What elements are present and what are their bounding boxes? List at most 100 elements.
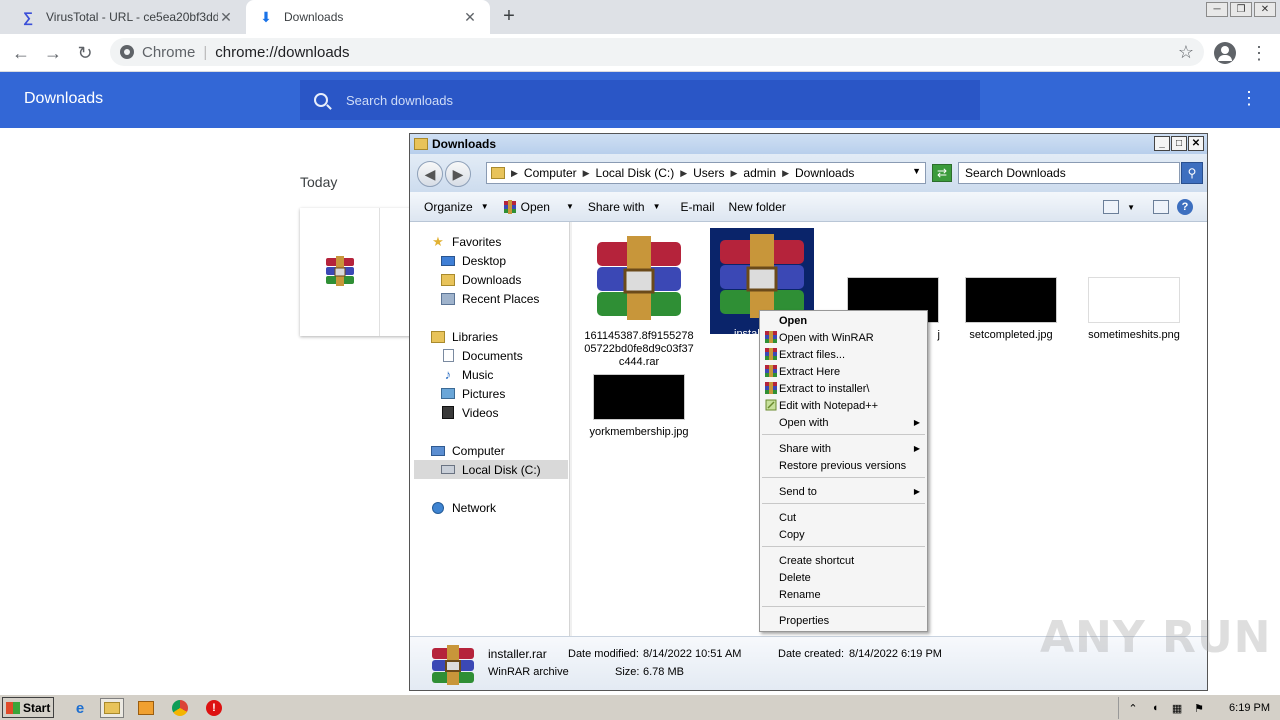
close-window-button[interactable]: ✕ xyxy=(1254,2,1276,17)
nav-pictures[interactable]: Pictures xyxy=(440,384,505,403)
new-tab-button[interactable]: + xyxy=(498,6,520,28)
navigation-pane: ★ Favorites Desktop Downloads Recent Pla… xyxy=(410,222,570,636)
nav-desktop[interactable]: Desktop xyxy=(440,251,506,270)
nav-local-disk[interactable]: Local Disk (C:) xyxy=(414,460,568,479)
breadcrumb[interactable]: ▶ Computer ▶ Local Disk (C:) ▶ Users ▶ a… xyxy=(486,162,926,184)
more-actions-icon[interactable]: ⋮ xyxy=(1240,88,1258,109)
internet-explorer-icon[interactable]: e xyxy=(68,698,92,718)
clock[interactable]: 6:19 PM xyxy=(1229,702,1270,714)
tab-downloads[interactable]: ⬇ Downloads ✕ xyxy=(246,0,490,34)
back-button[interactable]: ◀ xyxy=(417,161,443,187)
menu-item-cut[interactable]: Cut xyxy=(761,509,926,526)
reload-button[interactable]: ↻ xyxy=(74,42,96,64)
nav-documents[interactable]: Documents xyxy=(440,346,523,365)
start-button[interactable]: Start xyxy=(2,697,54,718)
chevron-down-icon[interactable]: ▼ xyxy=(1127,203,1135,212)
menu-item-properties[interactable]: Properties xyxy=(761,612,926,629)
breadcrumb-item[interactable]: admin xyxy=(743,166,776,180)
minimize-button[interactable]: ─ xyxy=(1206,2,1228,17)
menu-item-copy[interactable]: Copy xyxy=(761,526,926,543)
breadcrumb-item[interactable]: Users xyxy=(693,166,724,180)
menu-item-edit-notepad[interactable]: Edit with Notepad++ xyxy=(761,397,926,414)
breadcrumb-item[interactable]: Local Disk (C:) xyxy=(596,166,675,180)
menu-item-create-shortcut[interactable]: Create shortcut xyxy=(761,552,926,569)
address-bar[interactable]: Chrome | chrome://downloads ☆ xyxy=(110,38,1204,66)
network-tray-icon[interactable]: ▦ xyxy=(1171,702,1183,715)
close-window-button[interactable]: ✕ xyxy=(1188,136,1204,151)
file-item[interactable]: setcompleted.jpg xyxy=(956,277,1066,342)
menu-label: Send to xyxy=(779,485,817,498)
chrome-menu-icon[interactable]: ⋮ xyxy=(1250,42,1268,64)
nav-label: Videos xyxy=(462,405,499,420)
close-icon[interactable]: ✕ xyxy=(462,9,478,26)
file-item[interactable]: sometimeshits.png xyxy=(1079,277,1189,342)
refresh-icon[interactable]: ⇄ xyxy=(932,164,952,182)
stop-icon[interactable]: ! xyxy=(202,698,226,718)
open-button[interactable]: Open ▼ xyxy=(503,199,574,214)
file-item[interactable]: 161145387.8f915527805722bd0fe8d9c03f37c4… xyxy=(584,236,694,369)
volume-icon[interactable]: ◖ xyxy=(1149,702,1161,714)
forward-button[interactable]: → xyxy=(42,42,64,64)
share-with-button[interactable]: Share with ▼ xyxy=(588,200,661,214)
chevron-right-icon[interactable]: ▶ xyxy=(782,168,789,179)
breadcrumb-item[interactable]: Downloads xyxy=(795,166,854,180)
nav-recent-places[interactable]: Recent Places xyxy=(440,289,539,308)
tab-virustotal[interactable]: ∑ VirusTotal - URL - ce5ea20bf3dd86a ✕ xyxy=(8,0,246,34)
search-icon[interactable]: ⚲ xyxy=(1181,162,1203,184)
chevron-right-icon[interactable]: ▶ xyxy=(583,168,590,179)
search-icon xyxy=(314,93,328,107)
menu-item-open-with[interactable]: Open with ▶ xyxy=(761,414,926,431)
menu-item-extract-here[interactable]: Extract Here xyxy=(761,363,926,380)
menu-label: Copy xyxy=(779,528,805,541)
menu-item-send-to[interactable]: Send to ▶ xyxy=(761,483,926,500)
restore-button[interactable]: ❐ xyxy=(1230,2,1252,17)
nav-videos[interactable]: Videos xyxy=(440,403,498,422)
explorer-taskbar-icon[interactable] xyxy=(100,698,124,718)
nav-label: Local Disk (C:) xyxy=(462,462,541,477)
organize-button[interactable]: Organize ▼ xyxy=(424,200,489,214)
chevron-right-icon[interactable]: ▶ xyxy=(730,168,737,179)
chrome-taskbar-icon[interactable] xyxy=(168,698,192,718)
file-item[interactable]: yorkmembership.jpg xyxy=(584,374,694,439)
new-folder-button[interactable]: New folder xyxy=(729,200,786,214)
winrar-icon xyxy=(765,382,777,394)
help-icon[interactable]: ? xyxy=(1177,199,1193,215)
menu-item-extract-files[interactable]: Extract files... xyxy=(761,346,926,363)
chevron-down-icon[interactable]: ▼ xyxy=(912,166,921,176)
close-icon[interactable]: ✕ xyxy=(218,9,234,26)
nav-music[interactable]: ♪ Music xyxy=(440,365,494,384)
chevron-right-icon[interactable]: ▶ xyxy=(680,168,687,179)
chevron-right-icon[interactable]: ▶ xyxy=(511,168,518,179)
menu-item-restore-previous[interactable]: Restore previous versions xyxy=(761,457,926,474)
preview-pane-icon[interactable] xyxy=(1153,200,1169,214)
action-center-flag-icon[interactable]: ⚑ xyxy=(1193,702,1205,715)
nav-libraries[interactable]: Libraries xyxy=(430,327,498,346)
email-button[interactable]: E-mail xyxy=(681,200,715,214)
window-controls: ─ ❐ ✕ xyxy=(1206,2,1276,17)
show-hidden-icons-icon[interactable]: ⌃ xyxy=(1127,702,1139,715)
nav-favorites[interactable]: ★ Favorites xyxy=(430,232,501,251)
menu-item-extract-to[interactable]: Extract to installer\ xyxy=(761,380,926,397)
folder-icon xyxy=(414,138,428,150)
forward-button[interactable]: ▶ xyxy=(445,161,471,187)
bookmark-star-icon[interactable]: ☆ xyxy=(1178,42,1194,63)
nav-computer[interactable]: Computer xyxy=(430,441,505,460)
site-chip: Chrome xyxy=(142,43,196,61)
search-downloads-input[interactable]: Search downloads xyxy=(300,80,980,120)
change-view-icon[interactable] xyxy=(1103,200,1120,214)
menu-item-rename[interactable]: Rename xyxy=(761,586,926,603)
nav-downloads[interactable]: Downloads xyxy=(440,270,521,289)
submenu-arrow-icon: ▶ xyxy=(913,444,920,453)
profile-avatar-icon[interactable] xyxy=(1214,42,1236,64)
maximize-button[interactable]: □ xyxy=(1171,136,1187,151)
menu-item-open-with-winrar[interactable]: Open with WinRAR xyxy=(761,329,926,346)
back-button[interactable]: ← xyxy=(10,42,32,64)
media-player-icon[interactable] xyxy=(134,698,158,718)
search-input[interactable]: Search Downloads xyxy=(958,162,1180,184)
breadcrumb-item[interactable]: Computer xyxy=(524,166,577,180)
nav-network[interactable]: Network xyxy=(430,498,496,517)
menu-item-share-with[interactable]: Share with ▶ xyxy=(761,440,926,457)
menu-item-delete[interactable]: Delete xyxy=(761,569,926,586)
minimize-button[interactable]: _ xyxy=(1154,136,1170,151)
menu-item-open[interactable]: Open xyxy=(761,312,926,329)
